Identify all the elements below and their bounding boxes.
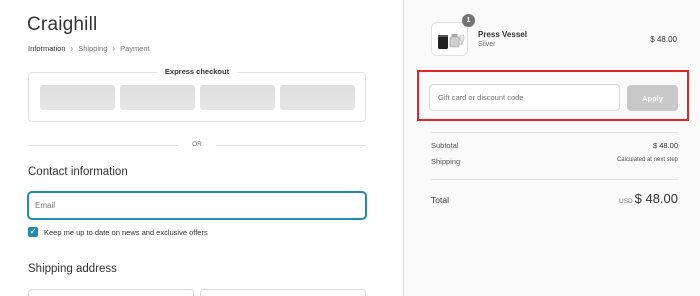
- newsletter-label: Keep me up to date on news and exclusive…: [44, 227, 208, 237]
- or-divider: OR: [28, 140, 366, 150]
- currency-code: USD: [619, 198, 633, 205]
- divider: [431, 132, 678, 133]
- subtotal-row: Subtotal $ 48.00: [431, 141, 678, 150]
- express-pay-button[interactable]: [200, 85, 275, 110]
- breadcrumb-shipping: Shipping: [78, 44, 108, 53]
- subtotal-value: $ 48.00: [652, 141, 678, 150]
- total-value: $ 48.00: [634, 191, 678, 206]
- express-pay-button[interactable]: [120, 85, 195, 110]
- shipping-label: Shipping: [431, 157, 461, 166]
- breadcrumb: Information › Shipping › Payment: [28, 44, 150, 53]
- checkout-main: Craighill Information › Shipping › Payme…: [0, 0, 403, 296]
- shipping-heading: Shipping address: [28, 263, 117, 275]
- newsletter-option[interactable]: ✓ Keep me up to date on news and exclusi…: [28, 227, 208, 237]
- shipping-value: Calculated at next step: [616, 157, 678, 163]
- first-name-field[interactable]: [28, 289, 194, 296]
- product-name: Press Vessel: [478, 30, 527, 39]
- express-checkout: Express checkout: [28, 67, 366, 122]
- divider: [431, 179, 678, 180]
- subtotal-label: Subtotal: [431, 141, 459, 150]
- chevron-right-icon: ›: [70, 43, 74, 53]
- breadcrumb-information[interactable]: Information: [28, 44, 66, 53]
- breadcrumb-payment: Payment: [120, 44, 150, 53]
- newsletter-checkbox[interactable]: ✓: [28, 227, 38, 237]
- product-thumbnail: [431, 22, 468, 56]
- product-variant: Silver: [478, 41, 496, 48]
- product-price: $ 48.00: [650, 35, 677, 44]
- order-summary: 1 Press Vessel Silver $ 48.00 Apply Subt…: [403, 0, 700, 296]
- shipping-row: Shipping Calculated at next step: [431, 157, 678, 166]
- total-label: Total: [431, 195, 449, 205]
- discount-code-input[interactable]: [429, 84, 620, 111]
- last-name-field[interactable]: [200, 289, 366, 296]
- express-pay-button[interactable]: [280, 85, 355, 110]
- express-pay-button[interactable]: [40, 85, 115, 110]
- express-checkout-title: Express checkout: [156, 67, 238, 76]
- email-field[interactable]: [28, 192, 366, 219]
- apply-button[interactable]: Apply: [627, 85, 678, 111]
- quantity-badge: 1: [462, 14, 475, 27]
- divider-line: [216, 145, 366, 146]
- press-vessel-image: [438, 34, 465, 49]
- chevron-right-icon: ›: [112, 43, 116, 53]
- store-name[interactable]: Craighill: [27, 14, 97, 36]
- contact-heading: Contact information: [28, 166, 128, 178]
